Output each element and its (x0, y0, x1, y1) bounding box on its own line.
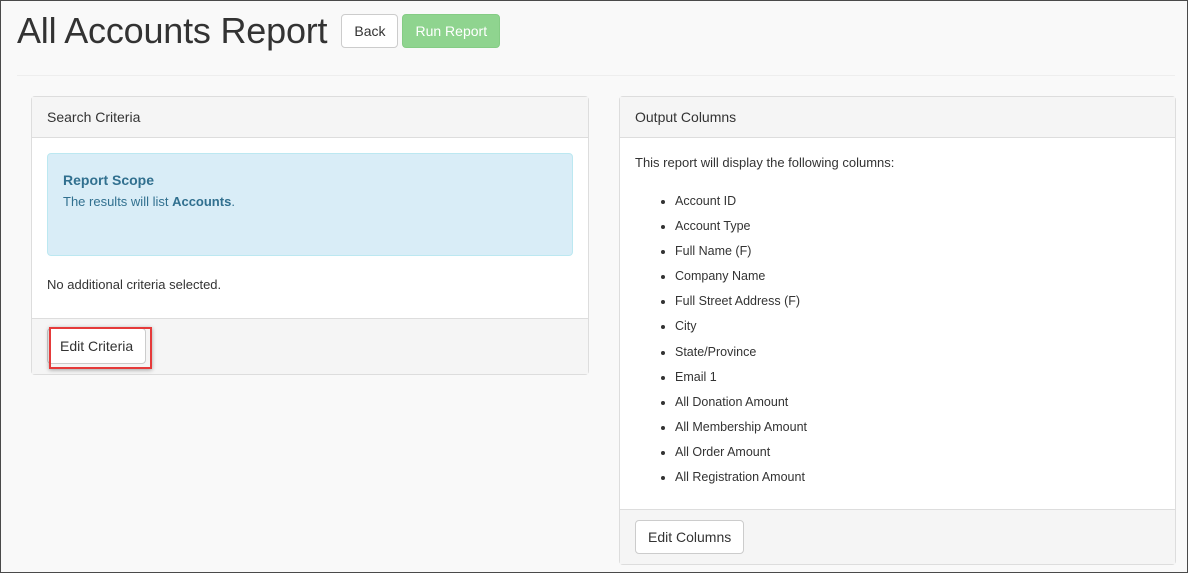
list-item: Full Name (F) (675, 239, 807, 264)
search-criteria-heading: Search Criteria (32, 97, 588, 138)
edit-columns-button[interactable]: Edit Columns (635, 520, 745, 554)
output-columns-heading: Output Columns (620, 97, 1175, 138)
output-columns-list: Account ID Account Type Full Name (F) Co… (635, 189, 807, 490)
header-divider (17, 75, 1175, 76)
list-item: All Donation Amount (675, 390, 807, 415)
output-columns-footer: Edit Columns (620, 509, 1175, 564)
report-scope-box: Report Scope The results will list Accou… (47, 153, 573, 256)
list-item: All Registration Amount (675, 465, 807, 490)
list-item: Account Type (675, 214, 807, 239)
search-criteria-footer: Edit Criteria (32, 318, 588, 374)
list-item: Company Name (675, 264, 807, 289)
page-header: All Accounts Report Back Run Report (17, 9, 501, 53)
list-item: State/Province (675, 340, 807, 365)
list-item: All Membership Amount (675, 415, 807, 440)
list-item: Email 1 (675, 365, 807, 390)
run-report-button[interactable]: Run Report (402, 14, 501, 48)
report-page: All Accounts Report Back Run Report Sear… (0, 0, 1188, 573)
no-criteria-text: No additional criteria selected. (47, 277, 222, 292)
search-criteria-panel: Search Criteria Report Scope The results… (31, 96, 589, 375)
report-scope-title: Report Scope (63, 172, 155, 188)
report-scope-text: The results will list Accounts. (63, 192, 557, 212)
list-item: Full Street Address (F) (675, 289, 807, 314)
output-columns-intro: This report will display the following c… (635, 155, 895, 170)
scope-text-prefix: The results will list (63, 194, 173, 209)
scope-entity: Accounts (172, 194, 232, 209)
list-item: All Order Amount (675, 440, 807, 465)
back-button[interactable]: Back (341, 14, 399, 48)
scope-text-suffix: . (231, 194, 235, 209)
list-item: City (675, 314, 807, 339)
list-item: Account ID (675, 189, 807, 214)
edit-criteria-button[interactable]: Edit Criteria (47, 328, 147, 364)
page-title: All Accounts Report (17, 10, 328, 51)
output-columns-panel: Output Columns This report will display … (619, 96, 1176, 565)
